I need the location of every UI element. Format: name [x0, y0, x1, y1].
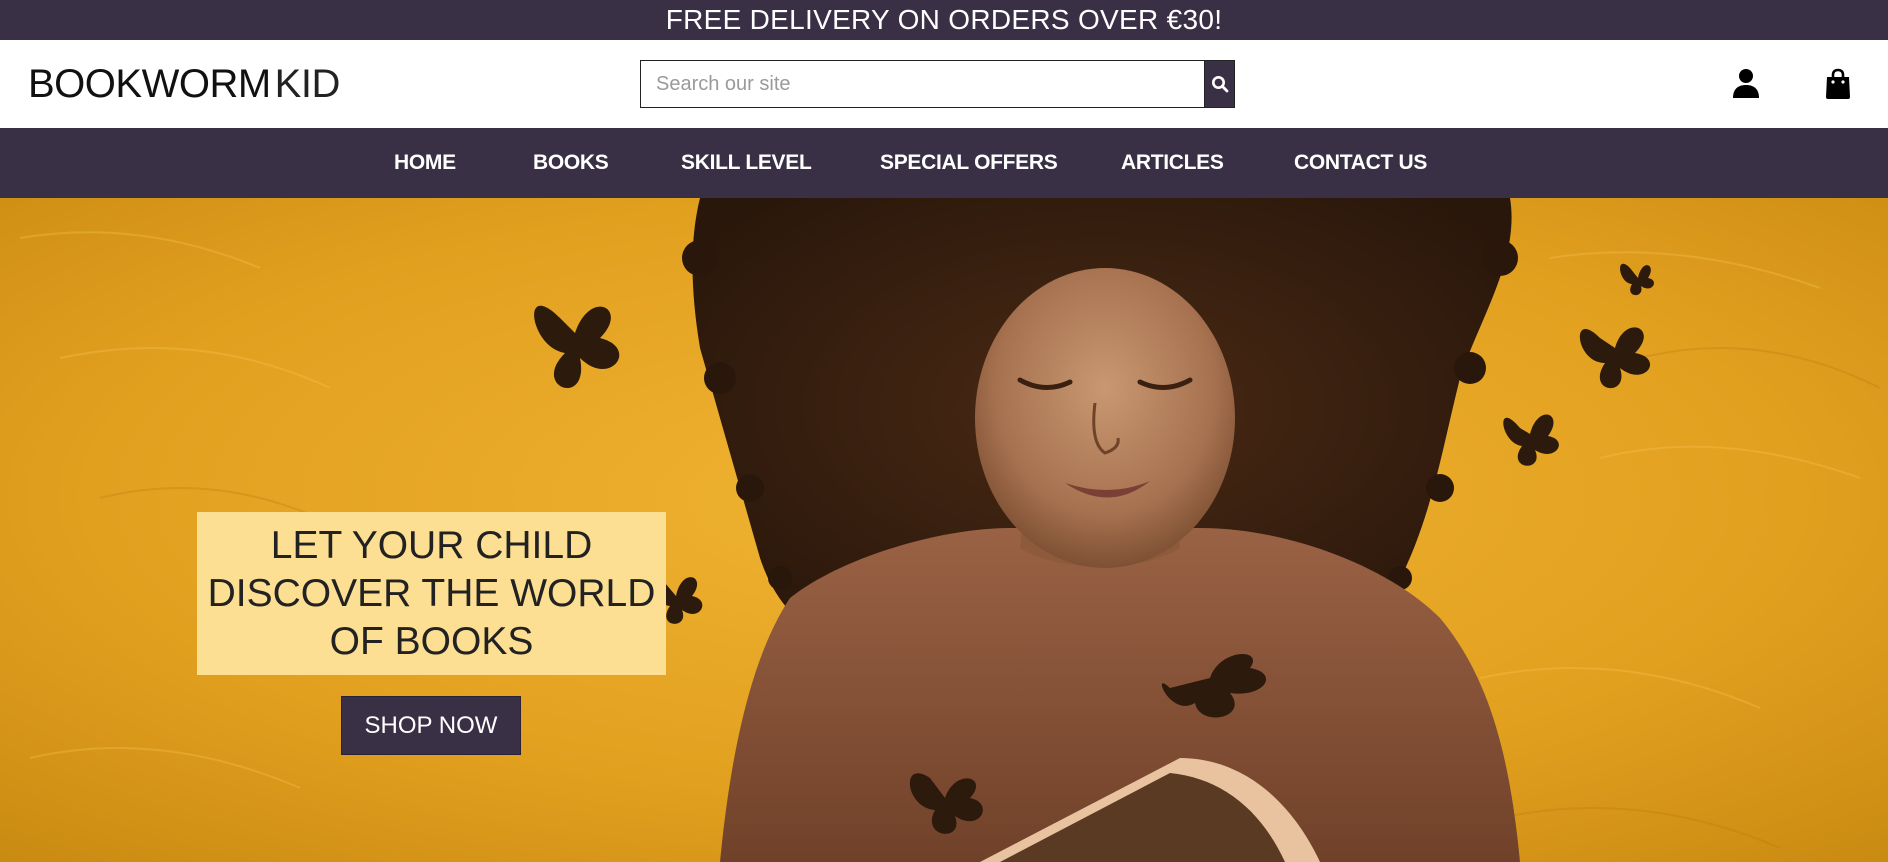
cart-button[interactable] [1824, 68, 1852, 100]
logo-text-bold: BOOKWORM [28, 62, 271, 106]
logo-text-light: KID [274, 62, 341, 106]
nav-item-books[interactable]: BOOKS [533, 128, 609, 198]
site-header: BOOKWORM KID [0, 40, 1888, 128]
hero-tagline: LET YOUR CHILD DISCOVER THE WORLD OF BOO… [207, 523, 656, 663]
search-button[interactable] [1204, 60, 1235, 108]
nav-item-articles[interactable]: ARTICLES [1121, 128, 1224, 198]
search-form [640, 60, 1235, 108]
promo-banner: FREE DELIVERY ON ORDERS OVER €30! [0, 0, 1888, 40]
hero-section: LET YOUR CHILD DISCOVER THE WORLD OF BOO… [0, 198, 1888, 862]
nav-item-contact-us[interactable]: CONTACT US [1294, 128, 1427, 198]
user-icon [1733, 69, 1759, 98]
search-input[interactable] [640, 60, 1204, 108]
account-button[interactable] [1732, 68, 1760, 100]
main-nav: HOME BOOKS SKILL LEVEL SPECIAL OFFERS AR… [0, 128, 1888, 198]
site-logo[interactable]: BOOKWORM KID [28, 62, 340, 107]
nav-item-home[interactable]: HOME [394, 128, 456, 198]
nav-item-special-offers[interactable]: SPECIAL OFFERS [880, 128, 1058, 198]
shopping-bag-icon [1826, 68, 1850, 99]
shop-now-button[interactable]: SHOP NOW [341, 696, 521, 755]
hero-tagline-box: LET YOUR CHILD DISCOVER THE WORLD OF BOO… [197, 512, 666, 675]
search-icon [1211, 76, 1228, 93]
nav-item-skill-level[interactable]: SKILL LEVEL [681, 128, 812, 198]
promo-text: FREE DELIVERY ON ORDERS OVER €30! [665, 4, 1223, 35]
